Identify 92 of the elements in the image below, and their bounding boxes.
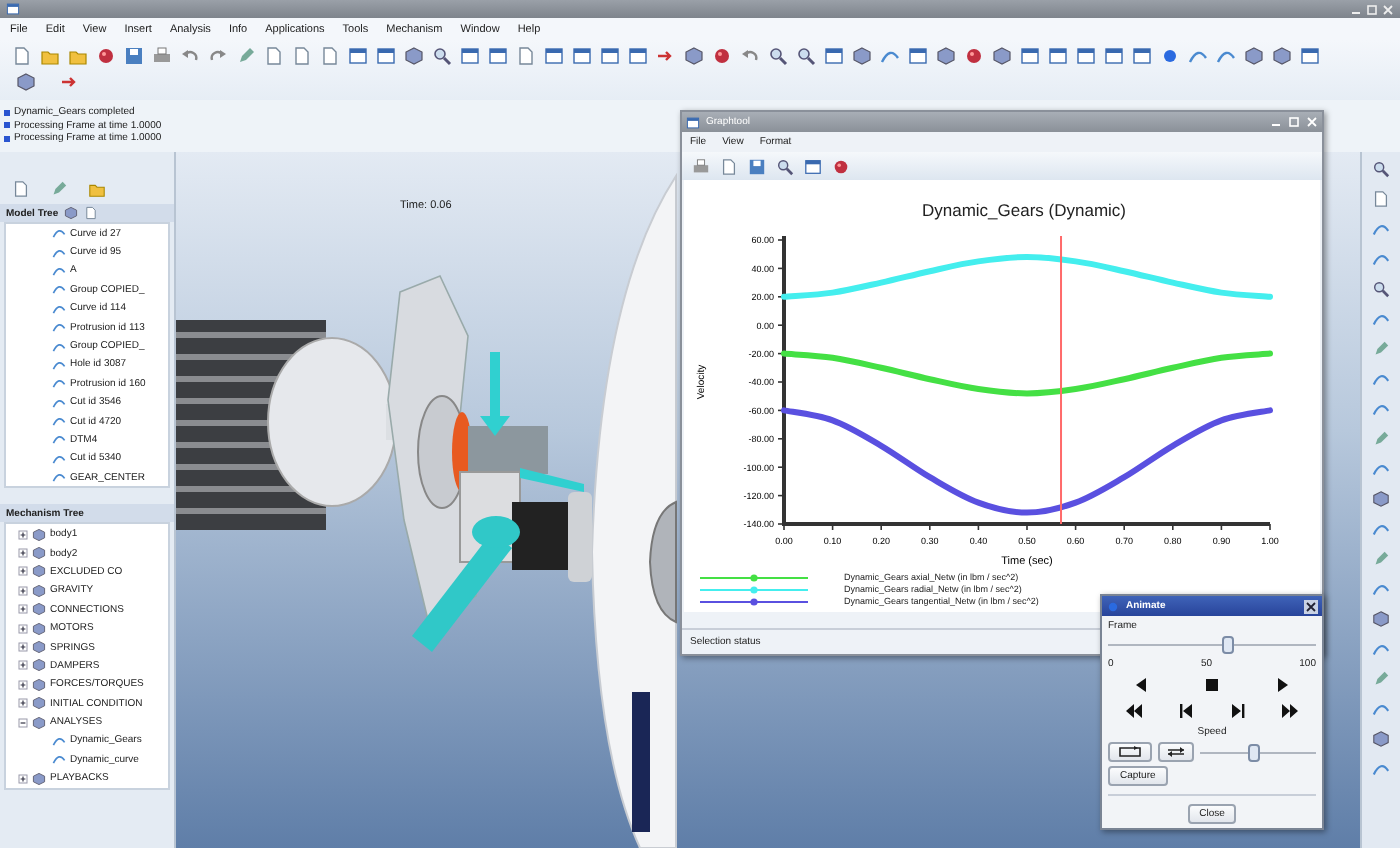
cube-icon <box>32 771 46 786</box>
window-icon[interactable] <box>1076 46 1096 66</box>
rewind-icon[interactable] <box>1126 704 1142 718</box>
page-icon[interactable] <box>12 180 30 198</box>
loop-icon <box>1116 746 1144 758</box>
bounce-icon <box>1166 746 1186 758</box>
magnifier-icon[interactable] <box>768 46 788 66</box>
magnifier-icon[interactable] <box>796 46 816 66</box>
fast-forward-icon[interactable] <box>1282 704 1298 718</box>
expand-icon[interactable] <box>18 566 28 577</box>
loop-button[interactable] <box>1108 742 1152 762</box>
undo-icon[interactable] <box>180 46 200 66</box>
curve-icon[interactable] <box>1372 310 1390 328</box>
window-icon[interactable] <box>544 46 564 66</box>
curve-icon[interactable] <box>880 46 900 66</box>
curve-icon[interactable] <box>1372 460 1390 478</box>
magnifier-icon[interactable] <box>432 46 452 66</box>
window-icon[interactable] <box>348 46 368 66</box>
window-icon[interactable] <box>488 46 508 66</box>
stop-icon[interactable] <box>1203 678 1220 692</box>
expand-icon[interactable] <box>18 548 28 559</box>
step-back-icon[interactable] <box>1178 704 1194 718</box>
cube-icon[interactable] <box>684 46 704 66</box>
reverse-loop-button[interactable] <box>1158 742 1194 762</box>
magnifier-icon[interactable] <box>1372 160 1390 178</box>
window-icon[interactable] <box>628 46 648 66</box>
sphere-icon[interactable] <box>964 46 984 66</box>
cube-icon[interactable] <box>936 46 956 66</box>
maximize-icon[interactable] <box>1366 3 1378 15</box>
sphere-icon[interactable] <box>96 46 116 66</box>
window-icon[interactable] <box>376 46 396 66</box>
expand-icon[interactable] <box>18 642 28 652</box>
cube-icon[interactable] <box>1372 490 1390 508</box>
cube-icon[interactable] <box>852 46 872 66</box>
slider-thumb[interactable] <box>1248 743 1261 761</box>
curve-icon[interactable] <box>1372 700 1390 718</box>
window-icon[interactable] <box>572 46 592 66</box>
expand-icon[interactable] <box>18 604 28 615</box>
curve-icon[interactable] <box>1372 580 1390 598</box>
magnifier-icon[interactable] <box>1372 280 1390 298</box>
play-icon[interactable] <box>1273 678 1290 692</box>
window-icon[interactable] <box>1132 46 1152 66</box>
arrow-icon[interactable] <box>60 72 80 92</box>
play-reverse-icon[interactable] <box>1134 678 1151 692</box>
expand-icon[interactable] <box>18 660 28 671</box>
bullet-icon <box>4 109 10 115</box>
slider-thumb[interactable] <box>1222 636 1235 654</box>
sphere-icon[interactable] <box>832 157 850 175</box>
curve-icon[interactable] <box>1372 760 1390 778</box>
expand-icon[interactable] <box>18 529 28 540</box>
printer-icon[interactable] <box>152 46 172 66</box>
window-icon[interactable] <box>1048 46 1068 66</box>
page-icon[interactable] <box>1372 190 1390 208</box>
expand-icon[interactable] <box>18 585 28 596</box>
window-icon[interactable] <box>1020 46 1040 66</box>
bullet-icon <box>4 122 10 128</box>
cube-icon[interactable] <box>1372 610 1390 628</box>
curve-icon[interactable] <box>1372 640 1390 658</box>
window-icon[interactable] <box>1300 46 1320 66</box>
arrow-icon[interactable] <box>656 46 676 66</box>
close-icon[interactable] <box>1304 599 1318 613</box>
page-icon[interactable] <box>516 46 536 66</box>
window-icon[interactable] <box>804 157 822 175</box>
dot-icon <box>1106 599 1120 613</box>
window-icon[interactable] <box>460 46 480 66</box>
window-icon[interactable] <box>824 46 844 66</box>
redo-icon[interactable] <box>208 46 228 66</box>
bullet-icon <box>4 135 10 141</box>
collapse-icon[interactable] <box>18 717 28 728</box>
chart-title: Dynamic_Gears (Dynamic) <box>921 200 1127 220</box>
cube-icon[interactable] <box>992 46 1012 66</box>
sphere-icon[interactable] <box>712 46 732 66</box>
curve-icon[interactable] <box>1372 520 1390 538</box>
page-icon[interactable] <box>720 157 738 175</box>
cube-icon[interactable] <box>1372 730 1390 748</box>
step-forward-icon[interactable] <box>1230 704 1246 718</box>
magnifier-icon[interactable] <box>776 157 794 175</box>
expand-icon[interactable] <box>18 679 28 690</box>
window-icon[interactable] <box>908 46 928 66</box>
expand-icon[interactable] <box>18 623 28 634</box>
expand-icon[interactable] <box>18 773 28 784</box>
page-icon[interactable] <box>12 46 32 66</box>
window-icon <box>686 115 700 129</box>
cube-icon[interactable] <box>404 46 424 66</box>
folder-icon[interactable] <box>88 180 106 198</box>
dot-icon[interactable] <box>1160 46 1180 66</box>
printer-icon[interactable] <box>692 157 710 175</box>
expand-icon[interactable] <box>18 698 28 709</box>
window-icon[interactable] <box>1104 46 1124 66</box>
undo-icon[interactable] <box>740 46 760 66</box>
window-icon[interactable] <box>600 46 620 66</box>
cube-icon[interactable] <box>16 72 36 92</box>
